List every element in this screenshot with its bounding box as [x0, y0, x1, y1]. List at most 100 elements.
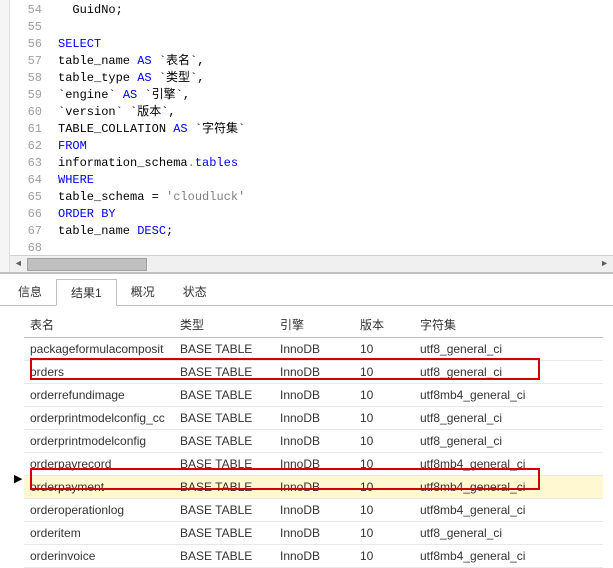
cell-coll: utf8_general_ci	[414, 522, 603, 545]
line-number: 66	[12, 206, 42, 223]
code-line[interactable]: `version` `版本`,	[58, 104, 613, 121]
cell-ver: 10	[354, 522, 414, 545]
code-line[interactable]: ORDER BY	[58, 206, 613, 223]
cell-engine: InnoDB	[274, 522, 354, 545]
cell-coll: utf8_general_ci	[414, 407, 603, 430]
cell-name: orders	[24, 361, 174, 384]
cell-ver: 10	[354, 476, 414, 499]
cell-name: orderpayment	[24, 476, 174, 499]
cell-name: orderoperationlog	[24, 499, 174, 522]
cell-type: BASE TABLE	[174, 453, 274, 476]
cell-type: BASE TABLE	[174, 522, 274, 545]
line-number: 61	[12, 121, 42, 138]
cell-ver: 10	[354, 430, 414, 453]
cell-type: BASE TABLE	[174, 499, 274, 522]
cell-ver: 10	[354, 453, 414, 476]
table-row[interactable]: orderinvoiceBASE TABLEInnoDB10utf8mb4_ge…	[24, 545, 603, 568]
cell-type: BASE TABLE	[174, 384, 274, 407]
current-row-arrow-icon: ▶	[14, 472, 22, 486]
tab-概况[interactable]: 概况	[117, 279, 169, 306]
table-row[interactable]: packageformulacompositBASE TABLEInnoDB10…	[24, 338, 603, 361]
tab-状态[interactable]: 状态	[169, 279, 221, 306]
table-row[interactable]: orderitemBASE TABLEInnoDB10utf8_general_…	[24, 522, 603, 545]
table-row[interactable]: orderpayrecordBASE TABLEInnoDB10utf8mb4_…	[24, 453, 603, 476]
cell-ver: 10	[354, 545, 414, 568]
cell-name: orderpayrecord	[24, 453, 174, 476]
sql-editor: 545556575859606162636465666768 GuidNo;SE…	[0, 0, 613, 272]
code-line[interactable]: FROM	[58, 138, 613, 155]
line-number: 57	[12, 53, 42, 70]
scroll-thumb[interactable]	[27, 258, 147, 271]
column-header[interactable]: 字符集	[414, 312, 603, 338]
code-line[interactable]: table_name DESC;	[58, 223, 613, 240]
code-line[interactable]: table_type AS `类型`,	[58, 70, 613, 87]
column-header[interactable]: 类型	[174, 312, 274, 338]
line-number: 55	[12, 19, 42, 36]
cell-coll: utf8mb4_general_ci	[414, 499, 603, 522]
cell-name: orderprintmodelconfig_cc	[24, 407, 174, 430]
code-content[interactable]: GuidNo; SELECTtable_name AS `表名`,table_ty…	[50, 0, 613, 272]
line-number: 65	[12, 189, 42, 206]
results-table: 表名类型引擎版本字符集 packageformulacompositBASE T…	[24, 312, 603, 568]
code-line[interactable]: GuidNo;	[58, 2, 613, 19]
cell-name: orderinvoice	[24, 545, 174, 568]
cell-ver: 10	[354, 407, 414, 430]
column-header[interactable]: 版本	[354, 312, 414, 338]
code-line[interactable]: table_name AS `表名`,	[58, 53, 613, 70]
cell-engine: InnoDB	[274, 384, 354, 407]
cell-coll: utf8_general_ci	[414, 361, 603, 384]
line-number: 64	[12, 172, 42, 189]
cell-engine: InnoDB	[274, 453, 354, 476]
cell-coll: utf8_general_ci	[414, 338, 603, 361]
code-line[interactable]: WHERE	[58, 172, 613, 189]
cell-coll: utf8mb4_general_ci	[414, 476, 603, 499]
table-row[interactable]: orderoperationlogBASE TABLEInnoDB10utf8m…	[24, 499, 603, 522]
cell-engine: InnoDB	[274, 430, 354, 453]
line-number: 58	[12, 70, 42, 87]
column-header[interactable]: 引擎	[274, 312, 354, 338]
tab-信息[interactable]: 信息	[4, 279, 56, 306]
table-row[interactable]: orderrefundimageBASE TABLEInnoDB10utf8mb…	[24, 384, 603, 407]
editor-horizontal-scrollbar[interactable]: ◄ ►	[10, 255, 613, 272]
table-row[interactable]: orderprintmodelconfigBASE TABLEInnoDB10u…	[24, 430, 603, 453]
line-number: 67	[12, 223, 42, 240]
cell-name: packageformulacomposit	[24, 338, 174, 361]
cell-name: orderprintmodelconfig	[24, 430, 174, 453]
cell-name: orderitem	[24, 522, 174, 545]
tab-结果1[interactable]: 结果1	[56, 279, 117, 306]
table-header-row: 表名类型引擎版本字符集	[24, 312, 603, 338]
table-row[interactable]: orderprintmodelconfig_ccBASE TABLEInnoDB…	[24, 407, 603, 430]
cell-engine: InnoDB	[274, 545, 354, 568]
cell-coll: utf8mb4_general_ci	[414, 453, 603, 476]
line-number: 56	[12, 36, 42, 53]
cell-ver: 10	[354, 361, 414, 384]
cell-type: BASE TABLE	[174, 361, 274, 384]
cell-type: BASE TABLE	[174, 407, 274, 430]
line-number: 63	[12, 155, 42, 172]
cell-engine: InnoDB	[274, 476, 354, 499]
cell-ver: 10	[354, 338, 414, 361]
cell-name: orderrefundimage	[24, 384, 174, 407]
cell-ver: 10	[354, 499, 414, 522]
cell-engine: InnoDB	[274, 338, 354, 361]
line-number: 62	[12, 138, 42, 155]
cell-coll: utf8mb4_general_ci	[414, 545, 603, 568]
code-line[interactable]	[58, 19, 613, 36]
table-row[interactable]: orderpaymentBASE TABLEInnoDB10utf8mb4_ge…	[24, 476, 603, 499]
table-row[interactable]: ordersBASE TABLEInnoDB10utf8_general_ci	[24, 361, 603, 384]
code-line[interactable]: information_schema.tables	[58, 155, 613, 172]
results-tabs: 信息结果1概况状态	[0, 274, 613, 306]
cell-ver: 10	[354, 384, 414, 407]
code-line[interactable]: SELECT	[58, 36, 613, 53]
cell-engine: InnoDB	[274, 407, 354, 430]
cell-engine: InnoDB	[274, 499, 354, 522]
line-number: 60	[12, 104, 42, 121]
column-header[interactable]: 表名	[24, 312, 174, 338]
code-line[interactable]: TABLE_COLLATION AS `字符集`	[58, 121, 613, 138]
code-line[interactable]: `engine` AS `引擎`,	[58, 87, 613, 104]
scroll-left-arrow-icon[interactable]: ◄	[10, 256, 27, 273]
scroll-right-arrow-icon[interactable]: ►	[596, 256, 613, 273]
scroll-track[interactable]	[27, 256, 596, 272]
cell-type: BASE TABLE	[174, 545, 274, 568]
code-line[interactable]: table_schema = 'cloudluck'	[58, 189, 613, 206]
